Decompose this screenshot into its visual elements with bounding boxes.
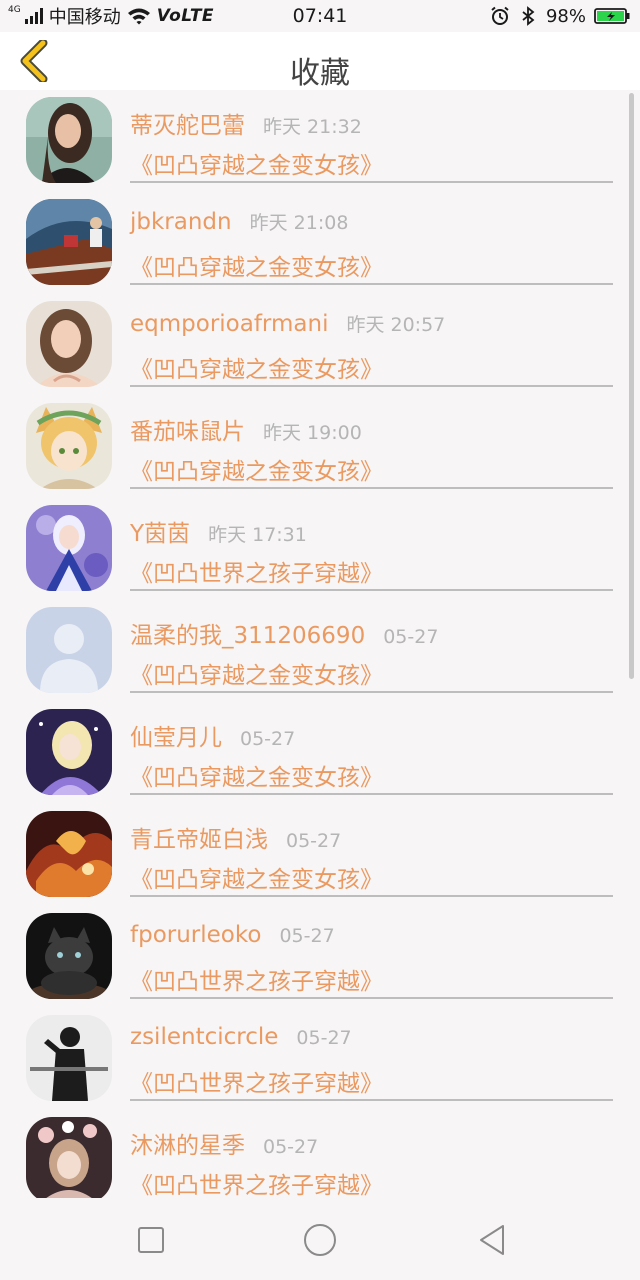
anime-fox-girl [26,403,112,489]
portrait-woman-light [26,301,112,387]
timestamp: 05-27 [286,830,342,852]
avatar[interactable] [26,301,112,387]
divider [130,997,613,999]
alarm-icon [491,6,509,25]
divider [130,487,613,489]
timestamp: 05-27 [383,626,439,648]
user-name: 青丘帝姬白浅 [130,827,268,853]
divider [130,895,613,897]
divider [130,1099,613,1101]
user-name: 沐淋的星季 [130,1133,245,1159]
book-title[interactable]: 《凹凸世界之孩子穿越》 [130,962,383,996]
status-right: 98% [490,5,630,27]
circle-icon [304,1224,336,1256]
book-title[interactable]: 《凹凸穿越之金变女孩》 [130,452,383,486]
user-name: fporurleoko [130,922,262,948]
book-title[interactable]: 《凹凸穿越之金变女孩》 [130,656,383,690]
avatar[interactable] [26,505,112,591]
favorite-item[interactable]: eqmporioafrmani 昨天 20:57 《凹凸穿越之金变女孩》 [0,294,640,396]
avatar[interactable] [26,607,112,693]
avatar[interactable] [26,709,112,795]
favorite-item[interactable]: jbkrandn 昨天 21:08 《凹凸穿越之金变女孩》 [0,192,640,294]
book-title[interactable]: 《凹凸穿越之金变女孩》 [130,248,383,282]
favorites-list[interactable]: 蒂灭舵巴蕾 昨天 21:32 《凹凸穿越之金变女孩》 jbkrandn 昨天 2… [0,90,640,1198]
favorite-item[interactable]: 蒂灭舵巴蕾 昨天 21:32 《凹凸穿越之金变女孩》 [0,90,640,192]
timestamp: 05-27 [240,728,296,750]
avatar[interactable] [26,199,112,285]
avatar[interactable] [26,97,112,183]
timestamp: 昨天 19:00 [263,422,362,444]
nav-back-button[interactable] [472,1220,512,1260]
book-title[interactable]: 《凹凸世界之孩子穿越》 [130,1064,383,1098]
book-title[interactable]: 《凹凸穿越之金变女孩》 [130,758,383,792]
silhouette-person [26,1015,112,1101]
timestamp: 05-27 [263,1136,319,1158]
divider [130,385,613,387]
portrait-woman-dark-hair [26,97,112,183]
timestamp: 05-27 [296,1027,352,1049]
favorite-item[interactable]: 青丘帝姬白浅 05-27 《凹凸穿越之金变女孩》 [0,804,640,906]
favorite-item[interactable]: fporurleoko 05-27 《凹凸世界之孩子穿越》 [0,906,640,1008]
divider [130,283,613,285]
home-button[interactable] [300,1220,340,1260]
timestamp: 昨天 17:31 [208,524,307,546]
divider [130,691,613,693]
user-name: 仙莹月儿 [130,725,222,751]
fiery-art [26,811,112,897]
favorite-item[interactable]: 温柔的我_311206690 05-27 《凹凸穿越之金变女孩》 [0,600,640,702]
header: 收藏 [0,32,640,91]
user-name: 蒂灭舵巴蕾 [130,113,245,139]
avatar[interactable] [26,913,112,999]
book-title[interactable]: 《凹凸穿越之金变女孩》 [130,146,383,180]
avatar[interactable] [26,403,112,489]
recent-apps-button[interactable] [131,1220,171,1260]
app-root: 4G 中国移动 VoLTE 07:41 98% 收藏 蒂灭舵巴蕾 昨天 21:3… [0,0,640,1280]
timestamp: 05-27 [279,925,335,947]
favorite-item[interactable]: 沐淋的星季 05-27 《凹凸世界之孩子穿越》 [0,1110,640,1198]
book-title[interactable]: 《凹凸世界之孩子穿越》 [130,1166,383,1198]
battery-icon [594,8,630,24]
favorite-item[interactable]: zsilentcicrcle 05-27 《凹凸世界之孩子穿越》 [0,1008,640,1110]
favorite-item[interactable]: 仙莹月儿 05-27 《凹凸穿越之金变女孩》 [0,702,640,804]
anime-blue-dress-girl [26,505,112,591]
triangle-back-icon [480,1225,504,1255]
user-name: Y茵茵 [130,521,191,547]
default-user-icon [26,607,112,693]
timestamp: 昨天 21:32 [263,116,362,138]
nav-bar [0,1198,640,1280]
page-title: 收藏 [290,56,350,91]
favorite-item[interactable]: Y茵茵 昨天 17:31 《凹凸世界之孩子穿越》 [0,498,640,600]
scrollbar[interactable] [629,93,634,679]
avatar[interactable] [26,1015,112,1101]
user-name: jbkrandn [130,209,232,235]
timestamp: 昨天 21:08 [249,212,349,234]
user-name: eqmporioafrmani [130,311,329,337]
battery-percent: 98% [545,5,586,27]
square-icon [138,1227,164,1253]
user-name: zsilentcicrcle [130,1024,279,1050]
user-name: 番茄味鼠片 [130,419,245,445]
favorite-item[interactable]: 番茄味鼠片 昨天 19:00 《凹凸穿越之金变女孩》 [0,396,640,498]
anime-purple-girl [26,709,112,795]
book-title[interactable]: 《凹凸世界之孩子穿越》 [130,554,383,588]
timestamp: 昨天 20:57 [346,314,446,336]
divider [130,793,613,795]
book-title[interactable]: 《凹凸穿越之金变女孩》 [130,860,383,894]
avatar[interactable] [26,811,112,897]
boat-photo [26,199,112,285]
anime-flower-girl [26,1117,112,1198]
status-bar: 4G 中国移动 VoLTE 07:41 98% [0,0,640,32]
divider [130,181,613,183]
black-cat [26,913,112,999]
avatar[interactable] [26,1117,112,1198]
user-name: 温柔的我_311206690 [130,623,366,649]
bluetooth-icon [522,6,535,26]
book-title[interactable]: 《凹凸穿越之金变女孩》 [130,350,383,384]
divider [130,589,613,591]
